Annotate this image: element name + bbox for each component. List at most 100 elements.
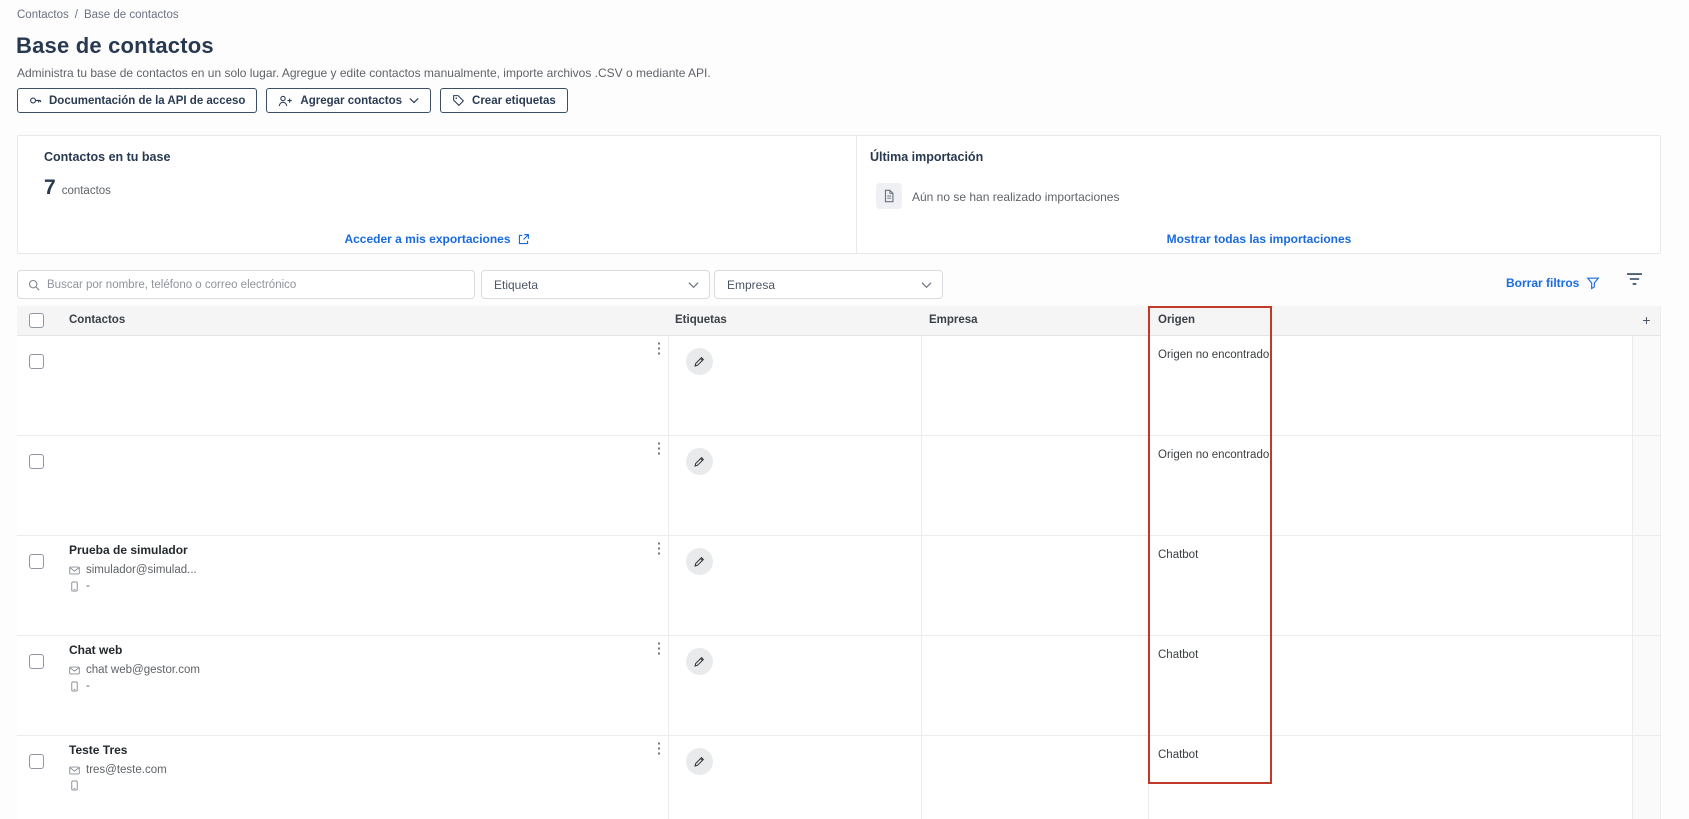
company-filter-select[interactable]: Empresa	[714, 270, 943, 299]
contact-info: Chat web chat web@gestor.com -	[69, 643, 200, 696]
add-contacts-button[interactable]: Agregar contactos	[266, 88, 432, 113]
origin-value: Origen no encontrado	[1158, 449, 1270, 461]
clear-filter-icon	[1586, 276, 1600, 290]
row-checkbox[interactable]	[29, 654, 44, 669]
tag-filter-select[interactable]: Etiqueta	[481, 270, 710, 299]
origin-value: Chatbot	[1158, 749, 1199, 761]
table-row: ⋮ Origen no encontrado	[17, 336, 1660, 436]
contacts-count-row: 7 contactos	[44, 176, 111, 200]
search-box	[17, 270, 475, 299]
contact-name: Prueba de simulador	[69, 543, 188, 557]
chevron-down-icon	[688, 281, 699, 289]
table-row: ⋮ Chat web chat web@gestor.com - Chatbot	[17, 636, 1660, 736]
select-all-checkbox[interactable]	[29, 313, 44, 328]
email-icon	[69, 765, 80, 776]
contact-email-text: simulador@simulad...	[86, 564, 197, 576]
show-all-imports-link[interactable]: Mostrar todas las importaciones	[1167, 232, 1352, 246]
phone-icon	[69, 681, 80, 692]
edit-tags-button[interactable]	[686, 348, 713, 375]
origin-value: Chatbot	[1158, 649, 1199, 661]
row-checkbox[interactable]	[29, 354, 44, 369]
company-filter-label: Empresa	[727, 277, 776, 292]
email-icon	[69, 565, 80, 576]
tag-filter-label: Etiqueta	[494, 277, 539, 292]
row-menu-icon[interactable]: ⋮	[651, 541, 667, 557]
edit-tags-button[interactable]	[686, 548, 713, 575]
row-menu-icon[interactable]: ⋮	[651, 441, 667, 457]
edit-tags-button[interactable]	[686, 648, 713, 675]
phone-icon	[69, 581, 80, 592]
column-header-origen: Origen	[1158, 314, 1196, 326]
column-divider	[1632, 306, 1633, 819]
contact-name: Chat web	[69, 643, 123, 657]
clear-filters-button[interactable]: Borrar filtros	[1506, 276, 1600, 290]
row-menu-icon[interactable]: ⋮	[651, 641, 667, 657]
breadcrumb-contactos[interactable]: Contactos	[17, 9, 69, 21]
document-icon	[876, 183, 902, 209]
edit-tags-button[interactable]	[686, 748, 713, 775]
contact-email: simulador@simulad...	[69, 564, 197, 576]
contacts-count: 7	[44, 176, 56, 199]
row-menu-icon[interactable]: ⋮	[651, 341, 667, 357]
contact-phone-text: -	[86, 580, 90, 592]
contacts-table: Contactos Etiquetas Empresa Origen + ⋮ O…	[17, 306, 1661, 819]
chevron-down-icon	[921, 281, 932, 289]
column-divider	[921, 306, 922, 819]
contact-name: Teste Tres	[69, 743, 128, 757]
email-icon	[69, 665, 80, 676]
row-checkbox[interactable]	[29, 754, 44, 769]
breadcrumb-separator: /	[74, 9, 78, 21]
column-header-empresa: Empresa	[929, 314, 978, 326]
page-subtitle: Administra tu base de contactos en un so…	[17, 66, 711, 80]
contacts-count-label: contactos	[61, 185, 111, 197]
tag-icon	[452, 94, 465, 107]
export-icon	[517, 233, 530, 246]
contact-phone-text: -	[86, 680, 90, 692]
column-divider	[1148, 306, 1149, 819]
breadcrumb: Contactos / Base de contactos	[17, 9, 179, 21]
person-add-icon	[278, 95, 293, 107]
table-body: ⋮ Origen no encontrado ⋮ Origen no encon…	[17, 336, 1660, 819]
create-tags-button[interactable]: Crear etiquetas	[440, 88, 568, 113]
imports-card-title: Última importación	[870, 150, 984, 164]
header-actions: Documentación de la API de acceso Agrega…	[17, 88, 568, 113]
row-checkbox[interactable]	[29, 554, 44, 569]
exports-link[interactable]: Acceder a mis exportaciones	[344, 232, 529, 246]
contacts-page: Contactos / Base de contactos Base de co…	[0, 0, 1689, 819]
api-docs-button[interactable]: Documentación de la API de acceso	[17, 88, 258, 113]
column-header-etiquetas: Etiquetas	[675, 314, 727, 326]
column-header-contactos: Contactos	[69, 314, 126, 326]
clear-filters-label: Borrar filtros	[1506, 276, 1580, 290]
contact-email: tres@teste.com	[69, 764, 167, 776]
contact-info: Prueba de simulador simulador@simulad...…	[69, 543, 197, 596]
chevron-down-icon	[409, 97, 419, 104]
contact-phone	[69, 780, 167, 791]
add-column-button[interactable]: +	[1632, 312, 1660, 328]
table-row: ⋮ Origen no encontrado	[17, 436, 1660, 536]
imports-empty-message: Aún no se han realizado importaciones	[912, 190, 1120, 204]
exports-link-label: Acceder a mis exportaciones	[344, 232, 511, 246]
row-checkbox[interactable]	[29, 454, 44, 469]
origin-value: Chatbot	[1158, 549, 1199, 561]
filter-settings-icon[interactable]	[1626, 272, 1643, 286]
origin-value: Origen no encontrado	[1158, 349, 1270, 361]
column-divider	[668, 306, 669, 819]
page-title: Base de contactos	[16, 33, 214, 58]
contact-info: Teste Tres tres@teste.com	[69, 743, 167, 795]
edit-tags-button[interactable]	[686, 448, 713, 475]
row-menu-icon[interactable]: ⋮	[651, 741, 667, 757]
search-icon	[28, 279, 40, 291]
phone-icon	[69, 780, 80, 791]
add-contacts-button-label: Agregar contactos	[300, 94, 403, 107]
export-link-wrap: Acceder a mis exportaciones	[18, 230, 856, 248]
table-row: ⋮ Prueba de simulador simulador@simulad.…	[17, 536, 1660, 636]
contact-email: chat web@gestor.com	[69, 664, 200, 676]
contact-phone: -	[69, 580, 197, 592]
table-row: ⋮ Teste Tres tres@teste.com Chatbot	[17, 736, 1660, 819]
key-icon	[29, 94, 42, 107]
search-input[interactable]	[47, 278, 474, 291]
summary-card: Contactos en tu base 7 contactos Acceder…	[17, 135, 1661, 254]
breadcrumb-current-page[interactable]: Base de contactos	[84, 9, 179, 21]
contact-email-text: chat web@gestor.com	[86, 664, 200, 676]
contacts-card-title: Contactos en tu base	[44, 150, 171, 164]
